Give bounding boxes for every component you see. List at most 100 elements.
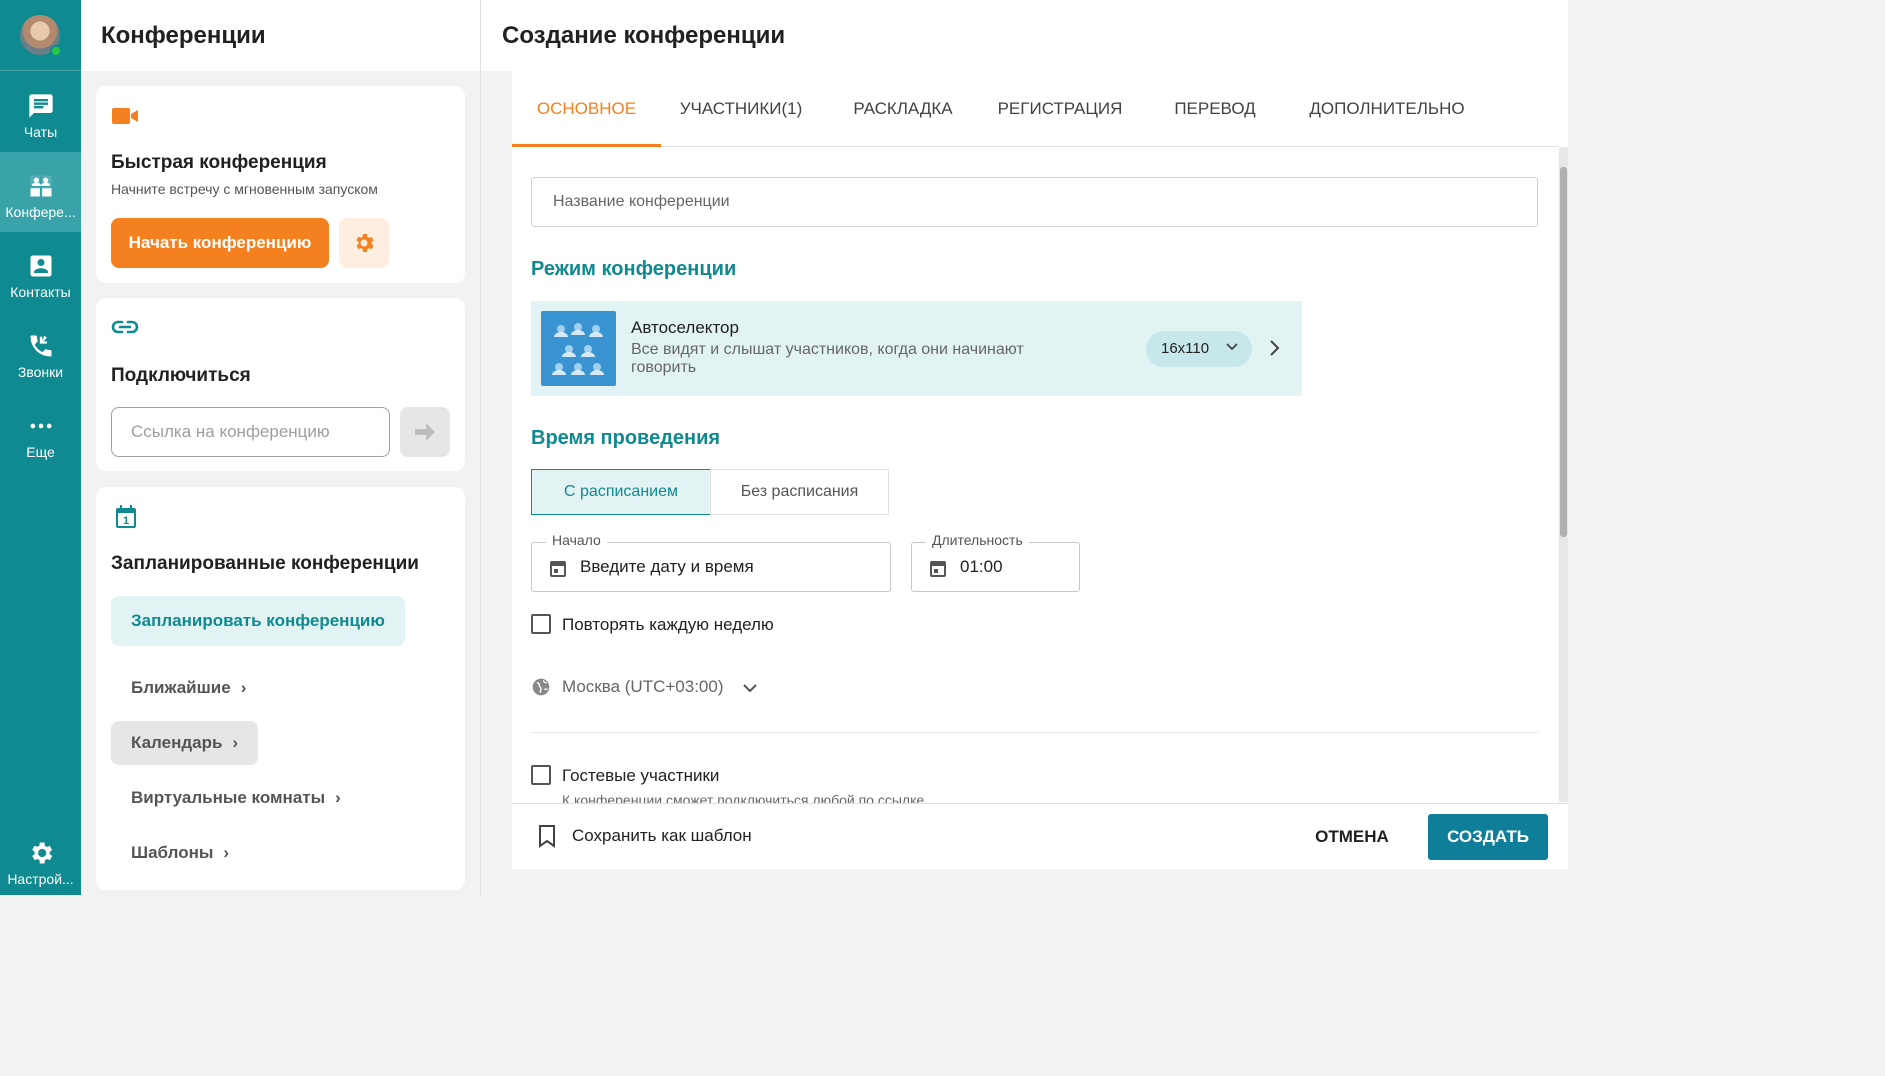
rail-item-label: Звонки [17,364,64,380]
calendar-link[interactable]: Календарь › [111,721,259,765]
time-section-title: Время проведения [531,427,721,449]
save-as-template-button[interactable]: Сохранить как шаблон [572,826,752,846]
tab-translation[interactable]: ПЕРЕВОД [1165,71,1265,147]
tab-layout[interactable]: РАСКЛАДКА [842,71,964,147]
autoselector-illustration [541,311,616,386]
tab-bar: ОСНОВНОЕ УЧАСТНИКИ(1) РАСКЛАДКА РЕГИСТРА… [512,71,1559,147]
duration-field[interactable]: Длительность 01:00 [911,532,1080,592]
templates-link[interactable]: Шаблоны › [111,831,249,875]
scrollbar-thumb[interactable] [1560,167,1567,537]
upcoming-link[interactable]: Ближайшие › [111,666,266,710]
bookmark-icon[interactable] [538,824,556,848]
more-icon [30,423,51,429]
timezone-value: Москва (UTC+03:00) [562,677,724,696]
mode-section-title: Режим конференции [531,258,737,280]
templates-link-label: Шаблоны [131,843,214,862]
guest-participants-checkbox[interactable] [531,765,551,785]
rail-item-label: Чаты [23,124,58,140]
globe-icon [532,678,550,696]
tab-advanced[interactable]: ДОПОЛНИТЕЛЬНО [1302,71,1472,147]
upcoming-link-label: Ближайшие [131,678,231,697]
start-datetime-field[interactable]: Начало Введите дату и время [531,532,891,592]
quick-conference-subtitle: Начните встречу с мгновенным запуском [111,181,378,197]
video-camera-icon [112,108,138,124]
chat-icon [28,94,53,118]
nav-rail: Чаты Конфере... Контакты Звонки Еще Наст… [0,0,81,895]
calendar-icon [550,561,566,577]
repeat-weekly-checkbox[interactable] [531,614,551,634]
rail-divider [0,70,81,71]
rail-item-label: Еще [26,444,55,460]
chevron-right-icon: › [335,788,341,807]
with-schedule-option[interactable]: С расписанием [531,469,711,515]
rail-item-more[interactable]: Еще [0,392,81,472]
start-conference-button[interactable]: Начать конференцию [111,218,329,268]
duration-legend: Длительность [926,532,1029,548]
timezone-selector[interactable]: Москва (UTC+03:00) [562,677,758,697]
chevron-down-icon [1226,343,1238,351]
form-footer: Сохранить как шаблон ОТМЕНА СОЗДАТЬ [512,803,1568,869]
page-title: Создание конференции [481,0,1568,71]
cancel-button[interactable]: ОТМЕНА [1302,814,1402,860]
rail-item-contacts[interactable]: Контакты [0,232,81,312]
quick-conference-title: Быстрая конференция [111,152,327,173]
arrow-right-icon [415,423,435,441]
chevron-down-icon [743,683,757,692]
layout-size-value: 16x110 [1161,340,1210,357]
connect-title: Подключиться [111,365,251,386]
user-avatar[interactable] [20,15,62,57]
calendar-icon [930,561,946,577]
rail-item-label: Конфере... [5,204,76,220]
connect-card: Подключиться Ссылка на конференцию [96,298,465,471]
layout-size-dropdown[interactable]: 16x110 [1146,331,1252,367]
tab-registration[interactable]: РЕГИСТРАЦИЯ [990,71,1130,147]
quick-conference-card: Быстрая конференция Начните встречу с мг… [96,86,465,283]
conference-mode-selector[interactable]: Автоселектор Все видят и слышат участник… [531,301,1302,396]
rail-item-settings[interactable]: Настрой... [0,819,81,895]
gear-icon [356,234,374,252]
start-legend: Начало [546,532,607,548]
scheduled-card: 1 Запланированные конференции Запланиров… [96,487,465,890]
start-datetime-value: Введите дату и время [580,557,754,576]
panel-title: Конференции [81,0,480,71]
virtual-rooms-link-label: Виртуальные комнаты [131,788,326,807]
create-button[interactable]: СОЗДАТЬ [1428,814,1548,860]
create-conference-panel: Создание конференции ОСНОВНОЕ УЧАСТНИКИ(… [481,0,1568,895]
svg-text:1: 1 [123,515,129,527]
chevron-right-icon: › [232,733,239,752]
chevron-right-icon: › [223,843,230,862]
repeat-weekly-label: Повторять каждую неделю [562,615,774,634]
chevron-right-icon: › [240,678,247,697]
divider [531,732,1538,733]
virtual-rooms-link[interactable]: Виртуальные комнаты › [111,776,361,820]
mode-description: Все видят и слышат участников, когда они… [631,341,1024,376]
calendar-link-label: Календарь [131,733,223,752]
chevron-right-icon[interactable] [1269,339,1281,357]
conference-icon [30,175,51,197]
rail-item-conferences[interactable]: Конфере... [0,152,81,232]
quick-settings-button[interactable] [339,218,389,268]
tab-participants[interactable]: УЧАСТНИКИ(1) [672,71,810,147]
mode-title: Автоселектор [631,318,739,337]
duration-value: 01:00 [960,557,1003,576]
scheduled-title: Запланированные конференции [111,553,419,574]
form-content: ОСНОВНОЕ УЧАСТНИКИ(1) РАСКЛАДКА РЕГИСТРА… [512,71,1568,869]
conference-link-input[interactable]: Ссылка на конференцию [111,407,390,457]
gear-icon [31,842,52,864]
online-status-indicator [50,45,62,57]
rail-item-calls[interactable]: Звонки [0,312,81,392]
tab-general[interactable]: ОСНОВНОЕ [512,71,661,147]
conferences-panel: Конференции Быстрая конференция Начните … [81,0,481,895]
contacts-icon [30,255,51,277]
without-schedule-option[interactable]: Без расписания [710,469,889,515]
link-icon [111,320,139,334]
schedule-conference-button[interactable]: Запланировать конференцию [111,596,405,646]
connect-button[interactable] [400,407,450,457]
phone-icon [30,335,51,357]
guest-participants-label: Гостевые участники [562,766,720,785]
calendar-icon: 1 [116,505,136,528]
conference-name-input[interactable]: Название конференции [531,177,1538,227]
scrollbar[interactable] [1559,147,1568,802]
rail-item-chats[interactable]: Чаты [0,72,81,152]
rail-item-label: Настрой... [7,871,74,887]
